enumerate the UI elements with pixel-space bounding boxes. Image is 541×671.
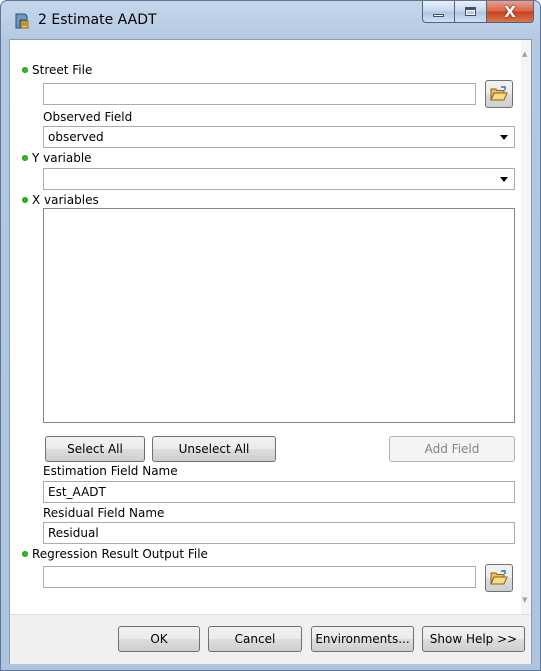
vertical-scrollbar[interactable]: ▲ ▼ <box>521 40 531 614</box>
maximize-icon <box>465 7 476 16</box>
x-variables-label: X variables <box>22 193 99 207</box>
regression-output-label: Regression Result Output File <box>22 547 208 561</box>
close-button[interactable]: X <box>486 1 534 23</box>
y-variable-select[interactable] <box>43 168 515 190</box>
street-file-input[interactable] <box>43 83 476 105</box>
dropdown-arrow-icon <box>500 135 508 140</box>
dialog-footer: OK Cancel Environments... Show Help >> <box>10 614 531 664</box>
observed-field-value: observed <box>48 130 104 144</box>
unselect-all-button[interactable]: Unselect All <box>152 436 276 462</box>
caption-buttons: X <box>422 1 534 23</box>
window-title: 2 Estimate AADT <box>38 12 157 28</box>
ok-button[interactable]: OK <box>118 626 200 652</box>
required-dot-icon <box>22 197 28 203</box>
environments-button[interactable]: Environments... <box>311 626 414 652</box>
residual-field-label: Residual Field Name <box>43 506 165 520</box>
observed-field-label: Observed Field <box>43 110 133 124</box>
tool-script-icon <box>15 13 29 29</box>
cancel-button[interactable]: Cancel <box>208 626 302 652</box>
required-dot-icon <box>22 551 28 557</box>
residual-field-input[interactable]: Residual <box>43 522 515 544</box>
x-variables-listbox[interactable] <box>43 208 515 423</box>
parameters-panel: Street File Observed Field observed Y va… <box>10 40 522 614</box>
y-variable-label: Y variable <box>22 151 92 165</box>
dialog-client-area: Street File Observed Field observed Y va… <box>9 39 532 664</box>
tool-dialog-window: 2 Estimate AADT X Street File Observed F… <box>0 0 541 671</box>
folder-open-icon <box>490 86 508 101</box>
minimize-icon <box>433 14 444 17</box>
street-file-label: Street File <box>22 63 92 77</box>
street-file-browse-button[interactable] <box>485 80 513 108</box>
estimation-field-label: Estimation Field Name <box>43 464 178 478</box>
estimation-field-input[interactable]: Est_AADT <box>43 481 515 503</box>
close-icon: X <box>504 2 516 21</box>
scroll-up-icon[interactable]: ▲ <box>522 50 527 58</box>
observed-field-select[interactable]: observed <box>43 126 515 148</box>
title-bar[interactable]: 2 Estimate AADT X <box>1 1 540 39</box>
regression-output-input[interactable] <box>43 566 476 588</box>
minimize-button[interactable] <box>422 1 454 23</box>
required-dot-icon <box>22 155 28 161</box>
maximize-button[interactable] <box>454 1 486 23</box>
show-help-button[interactable]: Show Help >> <box>422 626 525 652</box>
dropdown-arrow-icon <box>500 177 508 182</box>
select-all-button[interactable]: Select All <box>45 436 145 462</box>
required-dot-icon <box>22 67 28 73</box>
scroll-down-icon[interactable]: ▼ <box>522 596 527 604</box>
regression-output-browse-button[interactable] <box>485 564 513 592</box>
add-field-button[interactable]: Add Field <box>389 436 515 462</box>
folder-open-icon <box>490 570 508 585</box>
